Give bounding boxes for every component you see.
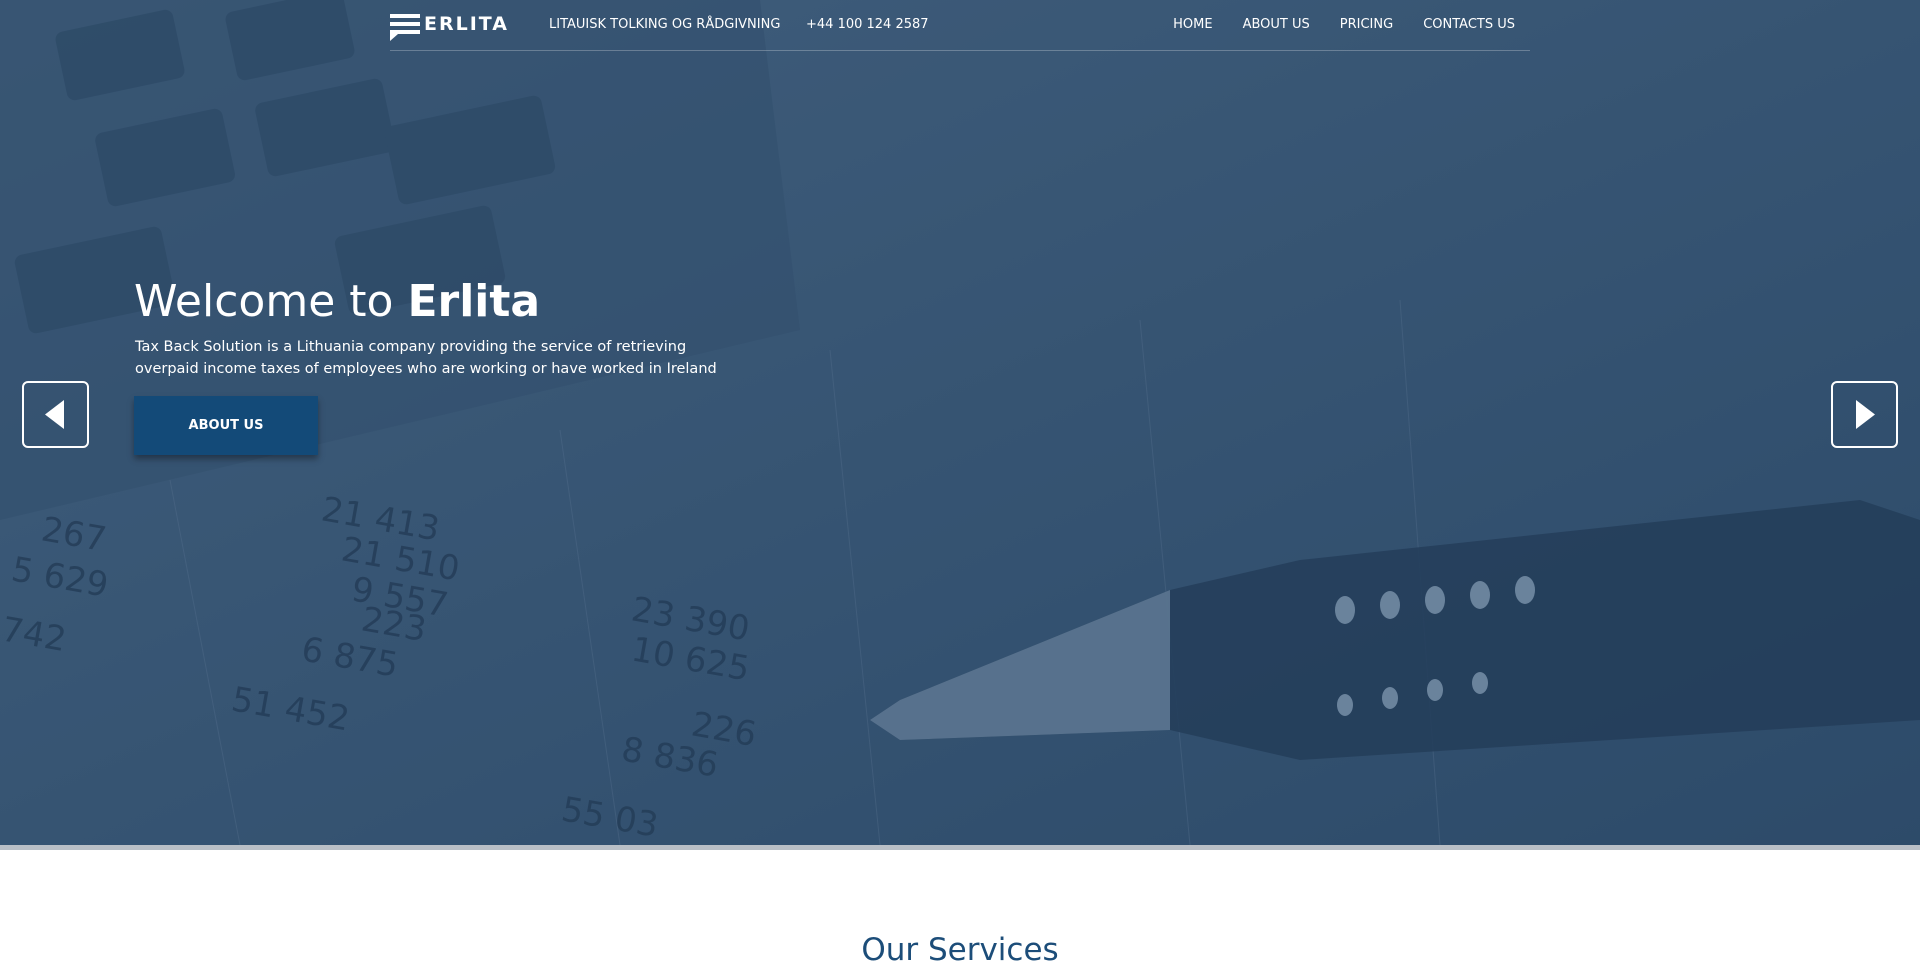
slide-description: Tax Back Solution is a Lithuania company… [135,339,717,377]
chevron-right-icon [1856,400,1875,429]
nav-item-contacts-us[interactable]: CONTACTS US [1423,16,1515,34]
logo-text: ERLITA [424,13,509,35]
site-header: ERLITA LITAUISK TOLKING OG RÅDGIVNING +4… [390,0,1530,51]
nav-item-about-us[interactable]: ABOUT US [1243,16,1310,34]
header-tagline: LITAUISK TOLKING OG RÅDGIVNING [549,17,781,32]
slider-next-button[interactable] [1831,381,1898,448]
logo[interactable]: ERLITA [390,13,509,41]
slide-title-prefix: Welcome to [134,276,394,327]
services-heading: Our Services [861,932,1059,968]
slide-title: Welcome to Erlita [134,272,934,332]
logo-flag-icon [390,14,420,41]
nav-item-pricing[interactable]: PRICING [1340,16,1393,34]
nav-item-home[interactable]: HOME [1173,16,1212,34]
chevron-left-icon [45,400,64,429]
slide-title-brand: Erlita [407,276,541,327]
hero-divider [0,845,1920,850]
main-nav: HOME ABOUT US PRICING CONTACTS US [1173,16,1515,34]
hero-slider: 267 5 629 21 413 21 510 9 557 6 875 223 … [0,0,1920,845]
slider-prev-button[interactable] [22,381,89,448]
header-phone[interactable]: +44 100 124 2587 [806,16,929,34]
about-us-button[interactable]: ABOUT US [134,396,318,455]
